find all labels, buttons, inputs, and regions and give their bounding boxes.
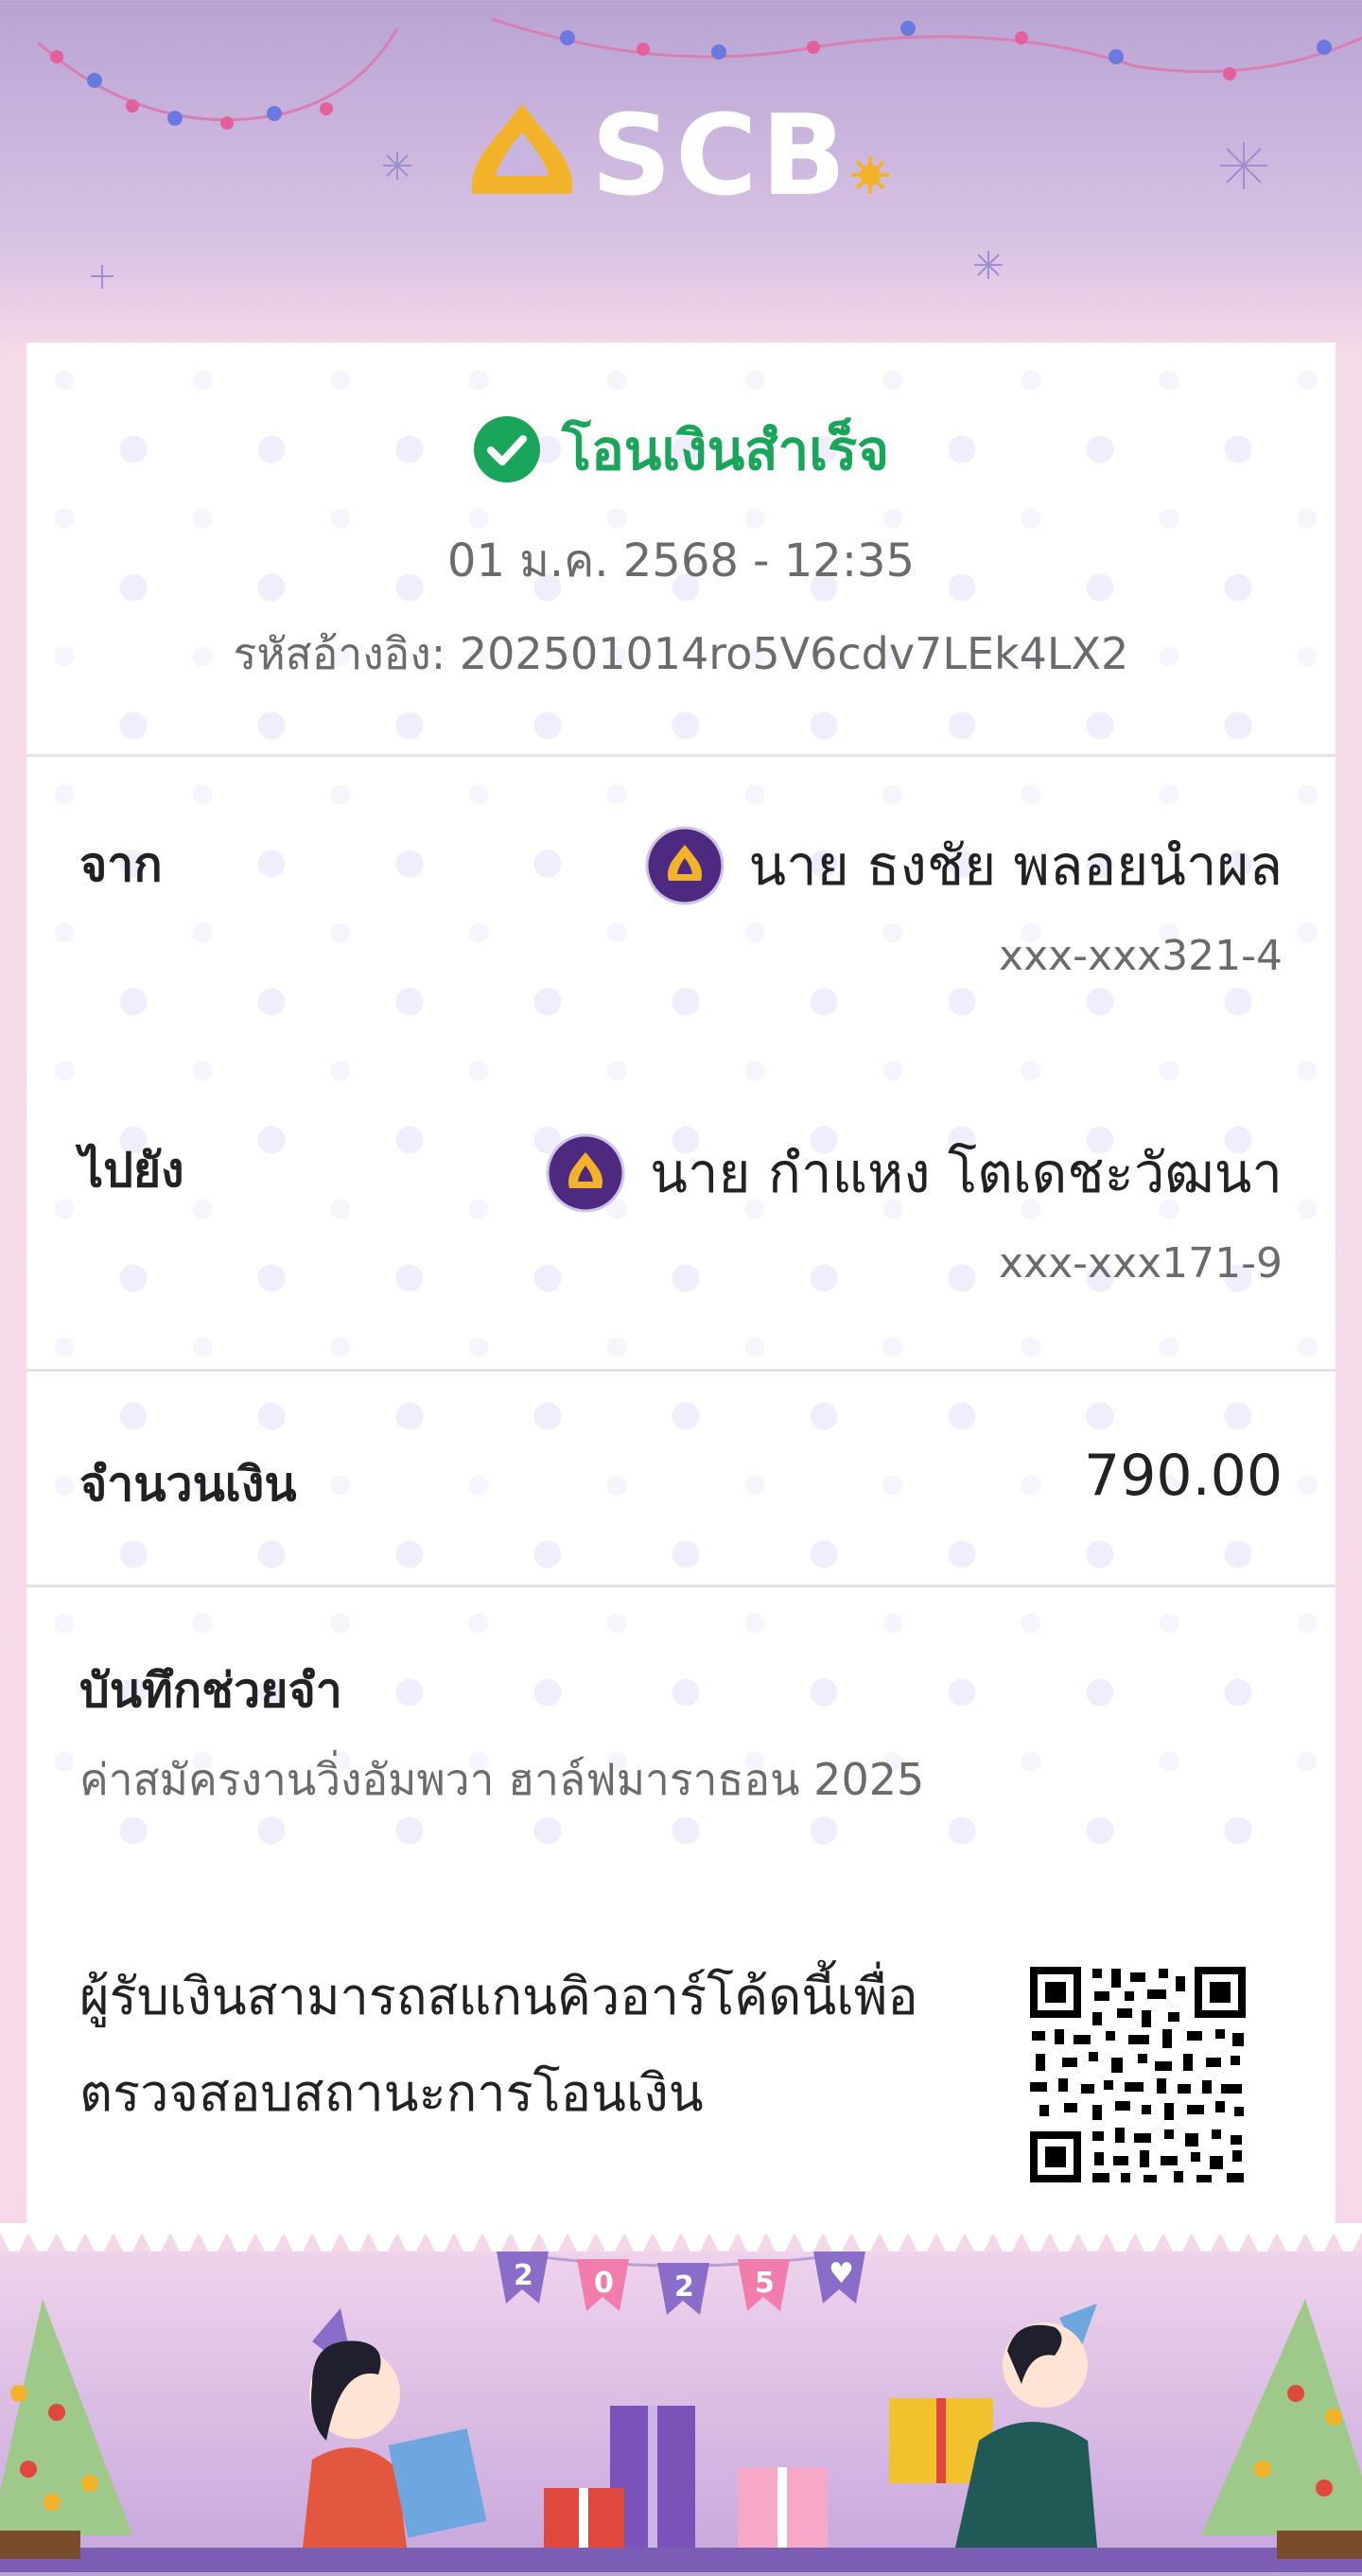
status-row: โอนเงินสำเร็จ bbox=[0, 416, 1362, 482]
brand-name: SCB bbox=[591, 90, 850, 220]
amount-label: จำนวนเงิน bbox=[79, 1457, 297, 1512]
bunting: 2 0 2 5 ♥ bbox=[0, 2252, 1362, 2346]
reference-label: รหัสอ้างอิง: bbox=[233, 628, 446, 679]
bunting-letter: 2 bbox=[514, 2259, 533, 2292]
from-name: นาย ธงชัย พลอยนำผล bbox=[748, 833, 1283, 898]
qr-instruction: ผู้รับเงินสามารถสแกนคิวอาร์โค้ดนี้เพื่อ … bbox=[79, 1949, 950, 2142]
scb-bank-icon bbox=[645, 826, 725, 904]
transaction-datetime: 01 ม.ค. 2568 - 12:35 bbox=[446, 534, 916, 587]
to-account-holder: นาย กำแหง โตเดชะวัฒนา bbox=[546, 1129, 1283, 1217]
divider bbox=[26, 754, 1336, 757]
divider bbox=[26, 1585, 1336, 1587]
from-account: xxx-xxx321-4 bbox=[999, 932, 1283, 980]
bunting-letter: 0 bbox=[594, 2267, 614, 2300]
memo-text: ค่าสมัครงานวิ่งอัมพวา ฮาล์ฟมาราธอน 2025 bbox=[79, 1754, 925, 1805]
festive-footer: 2 0 2 5 ♥ bbox=[0, 2250, 1362, 2572]
check-circle-icon bbox=[473, 416, 540, 482]
qr-instruction-line: ผู้รับเงินสามารถสแกนคิวอาร์โค้ดนี้เพื่อ bbox=[79, 1967, 918, 2026]
bunting-letter: 2 bbox=[674, 2270, 694, 2304]
bunting-letter: 5 bbox=[755, 2267, 775, 2300]
reference-number: 202501014ro5V6cdv7LEk4LX2 bbox=[459, 628, 1129, 679]
receipt-header: SCB bbox=[0, 0, 1362, 341]
reference-line: รหัสอ้างอิง: 202501014ro5V6cdv7LEk4LX2 bbox=[0, 620, 1362, 689]
heart-icon: ♥ bbox=[829, 2257, 854, 2290]
to-name: นาย กำแหง โตเดชะวัฒนา bbox=[650, 1141, 1283, 1205]
to-label: ไปยัง bbox=[79, 1143, 184, 1198]
divider bbox=[26, 1369, 1336, 1372]
from-label: จาก bbox=[79, 837, 163, 892]
memo-label: บันทึกช่วยจำ bbox=[79, 1663, 342, 1718]
qr-code[interactable] bbox=[1026, 1963, 1249, 2186]
from-account-holder: นาย ธงชัย พลอยนำผล bbox=[645, 821, 1283, 909]
qr-instruction-line: ตรวจสอบสถานะการโอนเงิน bbox=[79, 2063, 704, 2123]
scb-bank-icon bbox=[546, 1133, 625, 1212]
status-text: โอนเงินสำเร็จ bbox=[561, 417, 890, 482]
to-account: xxx-xxx171-9 bbox=[999, 1239, 1283, 1288]
amount-value: 790.00 bbox=[1084, 1443, 1283, 1509]
